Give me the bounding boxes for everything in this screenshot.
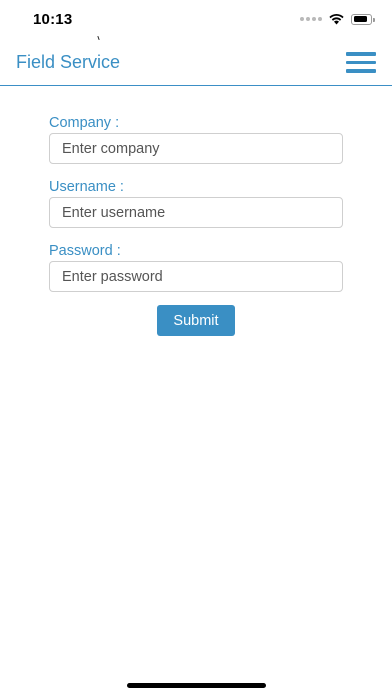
submit-button[interactable]: Submit	[157, 305, 235, 336]
app-header: Field Service	[0, 40, 392, 86]
company-label: Company :	[49, 115, 120, 131]
battery-level	[353, 16, 368, 22]
login-form: Company : Username : Password : Submit	[49, 115, 343, 336]
wifi-icon	[329, 13, 344, 25]
hamburger-menu-icon[interactable]	[346, 52, 376, 74]
submit-row: Submit	[49, 305, 343, 336]
password-field-group: Password :	[49, 243, 343, 292]
status-time: 10:13	[33, 11, 73, 28]
cellular-signal-icon	[300, 17, 322, 21]
username-input[interactable]	[49, 197, 343, 228]
username-field-group: Username :	[49, 179, 343, 228]
battery-icon	[351, 13, 375, 25]
password-input[interactable]	[49, 261, 343, 292]
password-label: Password :	[49, 243, 121, 259]
app-screen: 10:13 Field Service Company : Enter comp…	[0, 0, 392, 696]
username-label: Username :	[49, 179, 124, 195]
status-bar: 10:13	[0, 0, 392, 41]
app-title: Field Service	[16, 52, 121, 72]
home-indicator[interactable]	[127, 683, 266, 688]
company-input[interactable]	[49, 133, 343, 164]
company-field-group: Company :	[49, 115, 343, 164]
status-icons	[300, 13, 375, 25]
